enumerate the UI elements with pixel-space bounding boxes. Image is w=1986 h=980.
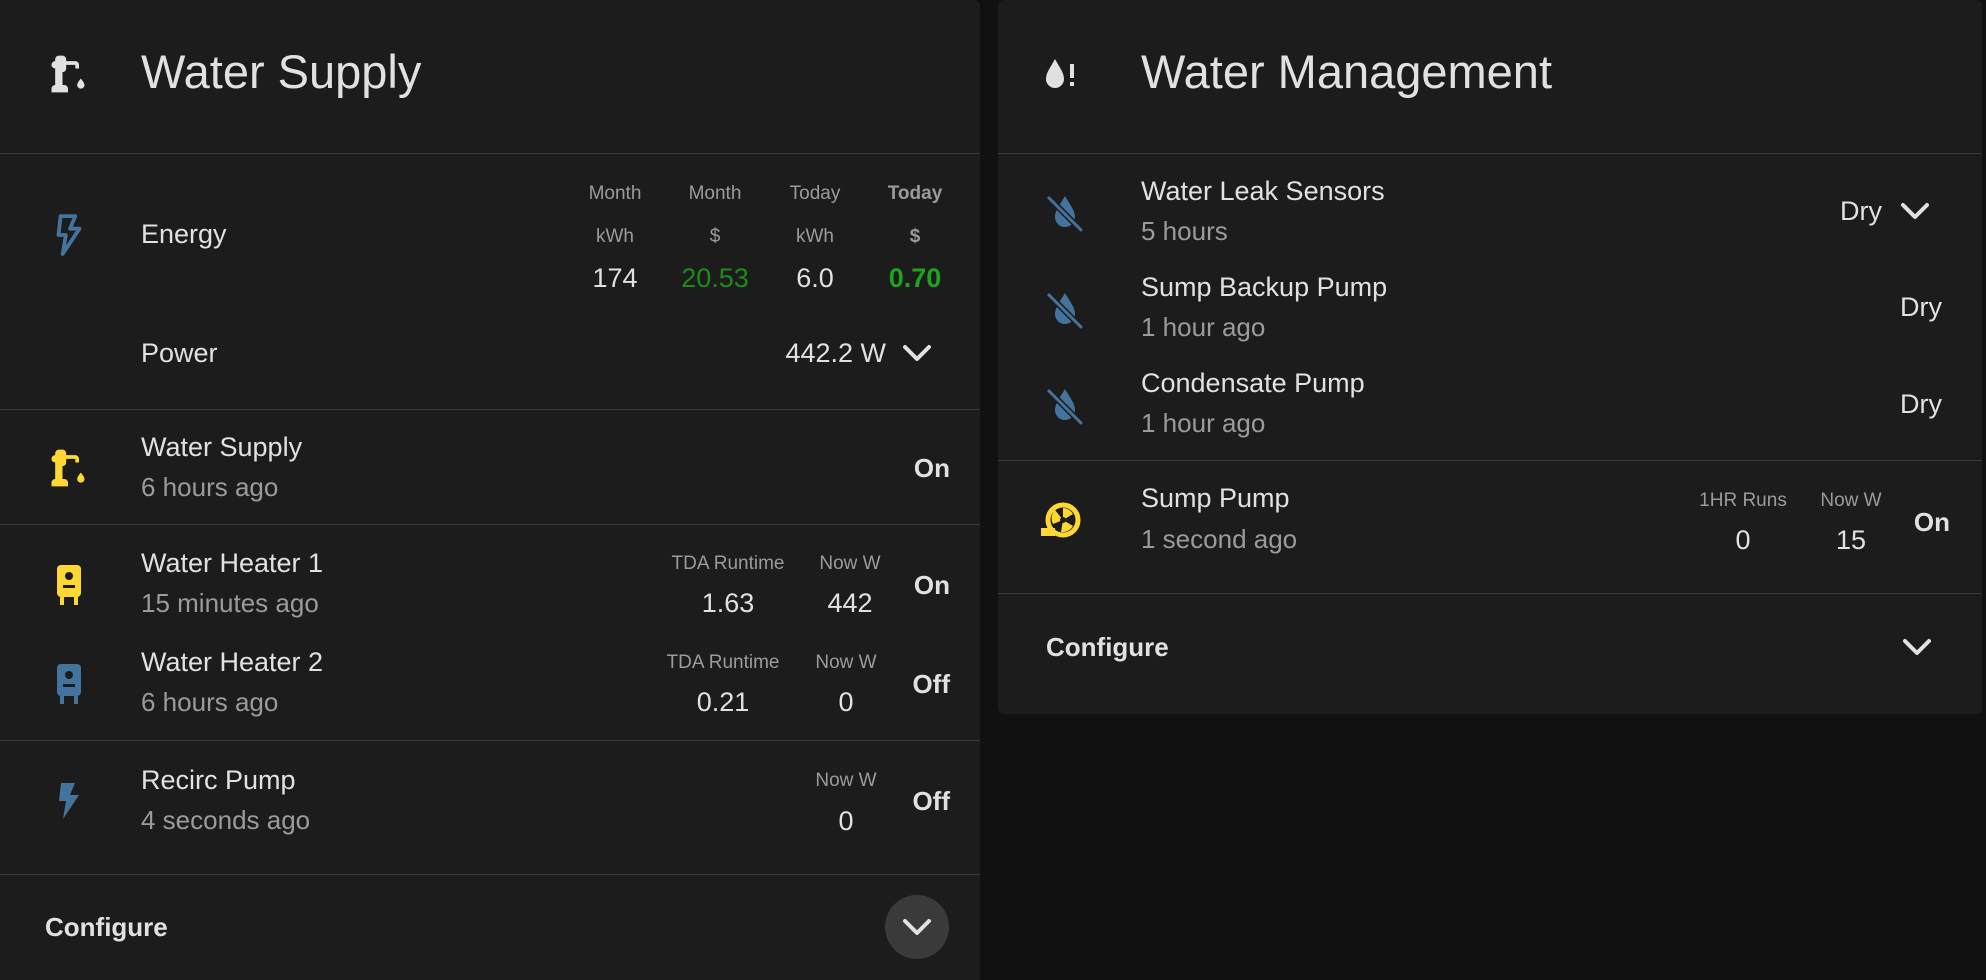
water-heater-2-runtime-head: TDA Runtime	[666, 652, 780, 673]
energy-today-kwh-head2: kWh	[796, 226, 834, 247]
water-boiler-icon	[50, 562, 88, 608]
configure-label[interactable]: Configure	[1046, 632, 1169, 663]
water-pump-icon	[44, 50, 92, 98]
chevron-down-icon[interactable]	[1898, 196, 1932, 226]
energy-today-cost-value: 0.70	[888, 263, 942, 293]
energy-label[interactable]: Energy	[141, 219, 227, 250]
water-supply-last-changed: 6 hours ago	[141, 472, 279, 502]
sump-backup-pump-name[interactable]: Sump Backup Pump	[1141, 272, 1387, 303]
sump-pump-last-changed: 1 second ago	[1141, 524, 1298, 554]
water-heater-2-runtime-value: 0.21	[696, 687, 750, 717]
divider	[998, 153, 1982, 154]
divider	[0, 409, 980, 410]
divider	[998, 460, 1982, 461]
energy-today-kwh-head1: Today	[789, 183, 841, 204]
divider	[0, 524, 980, 525]
flash-icon	[50, 778, 88, 824]
sump-pump-name[interactable]: Sump Pump	[1141, 483, 1290, 514]
power-value: 442.2 W	[785, 338, 886, 368]
energy-month-cost-head1: Month	[688, 183, 742, 204]
chevron-down-icon[interactable]	[1900, 632, 1934, 662]
water-off-icon	[1042, 382, 1088, 428]
chevron-down-icon	[903, 919, 931, 935]
water-leak-sensors-state[interactable]: Dry	[1798, 196, 1882, 227]
recirc-pump-state[interactable]: Off	[850, 786, 950, 817]
pump-icon	[1038, 497, 1084, 543]
water-heater-2-last-changed: 6 hours ago	[141, 687, 279, 717]
energy-month-cost-value: 20.53	[681, 263, 749, 293]
water-alert-icon	[1038, 52, 1082, 96]
water-heater-1-last-changed: 15 minutes ago	[141, 588, 319, 618]
water-pump-icon	[44, 444, 92, 492]
energy-month-kwh-head2: kWh	[596, 226, 634, 247]
energy-today-kwh-value: 6.0	[796, 263, 834, 293]
sump-backup-pump-last-changed: 1 hour ago	[1141, 312, 1266, 342]
condensate-pump-name[interactable]: Condensate Pump	[1141, 368, 1365, 399]
expand-configure-button[interactable]	[885, 895, 949, 959]
condensate-pump-last-changed: 1 hour ago	[1141, 408, 1266, 438]
water-boiler-icon	[50, 661, 88, 707]
sump-pump-runs-value: 0	[1735, 525, 1751, 555]
sump-pump-state[interactable]: On	[1850, 507, 1950, 538]
water-heater-2-name[interactable]: Water Heater 2	[141, 647, 323, 678]
sump-pump-runs-head: 1HR Runs	[1699, 490, 1787, 511]
energy-month-kwh-value: 174	[592, 263, 638, 293]
water-supply-name[interactable]: Water Supply	[141, 432, 302, 463]
divider	[0, 153, 980, 154]
energy-month-cost-head2: $	[709, 226, 721, 247]
water-heater-1-name[interactable]: Water Heater 1	[141, 548, 323, 579]
divider	[0, 740, 980, 741]
water-off-icon	[1042, 189, 1088, 235]
water-leak-sensors-name[interactable]: Water Leak Sensors	[1141, 176, 1385, 207]
water-management-card: Water Management Water Leak Sensors 5 ho…	[998, 0, 1982, 714]
divider	[0, 874, 980, 875]
energy-month-kwh-head1: Month	[588, 183, 642, 204]
water-supply-state[interactable]: On	[850, 453, 950, 484]
water-off-icon	[1042, 286, 1088, 332]
energy-today-cost-head2: $	[909, 226, 921, 247]
card-title: Water Supply	[141, 45, 422, 98]
configure-label[interactable]: Configure	[45, 912, 168, 943]
water-heater-1-state[interactable]: On	[850, 570, 950, 601]
water-supply-card: Water Supply Energy Month kWh 174 Month …	[0, 0, 980, 980]
recirc-pump-last-changed: 4 seconds ago	[141, 805, 311, 835]
power-label[interactable]: Power	[141, 338, 218, 369]
water-heater-1-runtime-head: TDA Runtime	[671, 553, 785, 574]
water-heater-2-state[interactable]: Off	[850, 669, 950, 700]
water-leak-sensors-last-changed: 5 hours	[1141, 216, 1228, 246]
water-heater-1-runtime-value: 1.63	[701, 588, 755, 618]
energy-today-cost-head1: Today	[887, 183, 943, 204]
divider	[998, 593, 1982, 594]
recirc-pump-name[interactable]: Recirc Pump	[141, 765, 296, 796]
condensate-pump-state[interactable]: Dry	[1858, 389, 1942, 420]
sump-backup-pump-state[interactable]: Dry	[1858, 292, 1942, 323]
flash-outline-icon	[50, 212, 88, 258]
card-title: Water Management	[1141, 45, 1552, 98]
chevron-down-icon[interactable]	[900, 338, 934, 368]
